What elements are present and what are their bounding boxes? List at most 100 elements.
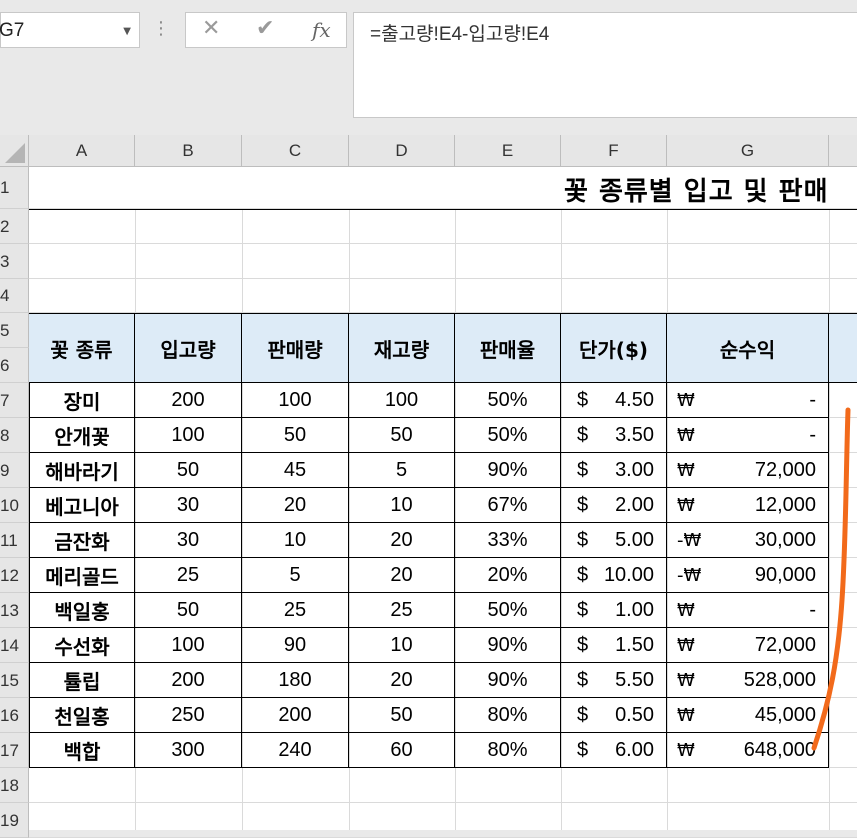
more-options-icon[interactable]: ⋮ [152, 18, 170, 44]
cell-unit-price[interactable]: $5.00 [561, 523, 667, 558]
cell-stock[interactable]: 50 [349, 418, 455, 453]
row-header-14[interactable]: 14 [0, 628, 29, 663]
cell-flower-name[interactable]: 금잔화 [29, 523, 135, 558]
cell-incoming[interactable]: 50 [135, 453, 242, 488]
row-header-4[interactable]: 4 [0, 279, 29, 313]
cell-sales-rate[interactable]: 50% [455, 418, 561, 453]
cell-sales-rate[interactable]: 80% [455, 733, 561, 768]
cell-flower-name[interactable]: 백합 [29, 733, 135, 768]
select-all-button[interactable] [0, 135, 29, 167]
cell-flower-name[interactable]: 메리골드 [29, 558, 135, 593]
row-header-6[interactable]: 6 [0, 348, 29, 383]
cell-stock[interactable]: 50 [349, 698, 455, 733]
row-header-19[interactable]: 19 [0, 803, 29, 838]
cell-incoming[interactable]: 100 [135, 628, 242, 663]
header-sales-rate[interactable]: 판매율 [455, 313, 561, 383]
cell-unit-price[interactable]: $6.00 [561, 733, 667, 768]
cell-net-profit[interactable]: ₩ - [667, 593, 829, 628]
column-header-d[interactable]: D [349, 135, 455, 167]
cell-unit-price[interactable]: $3.50 [561, 418, 667, 453]
row-header-3[interactable]: 3 [0, 244, 29, 279]
row-header-15[interactable]: 15 [0, 663, 29, 698]
cell-incoming[interactable]: 50 [135, 593, 242, 628]
cell-sales-rate[interactable]: 90% [455, 628, 561, 663]
cell-flower-name[interactable]: 튤립 [29, 663, 135, 698]
cell-unit-price[interactable]: $1.00 [561, 593, 667, 628]
cell-flower-name[interactable]: 백일홍 [29, 593, 135, 628]
cell-flower-name[interactable]: 안개꽃 [29, 418, 135, 453]
cell-incoming[interactable]: 300 [135, 733, 242, 768]
chevron-down-icon[interactable]: ▼ [123, 26, 131, 37]
cell-unit-price[interactable]: $10.00 [561, 558, 667, 593]
insert-function-button[interactable]: fx [312, 18, 331, 42]
cell-stock[interactable]: 20 [349, 523, 455, 558]
cell-unit-price[interactable]: $3.00 [561, 453, 667, 488]
cell-flower-name[interactable]: 장미 [29, 383, 135, 418]
cancel-icon[interactable]: ✕ [202, 16, 220, 41]
row-header-12[interactable]: 12 [0, 558, 29, 593]
cell-sold[interactable]: 45 [242, 453, 349, 488]
cell-net-profit[interactable]: ₩ - [667, 383, 829, 418]
cell-incoming[interactable]: 100 [135, 418, 242, 453]
column-header-b[interactable]: B [135, 135, 242, 167]
column-header-g[interactable]: G [667, 135, 829, 167]
row-header-7[interactable]: 7 [0, 383, 29, 418]
row-header-11[interactable]: 11 [0, 523, 29, 558]
row-header-18[interactable]: 18 [0, 768, 29, 803]
column-header-e[interactable]: E [455, 135, 561, 167]
row-header-1[interactable]: 1 [0, 167, 29, 209]
row-header-5[interactable]: 5 [0, 313, 29, 348]
formula-input[interactable]: =출고량!E4-입고량!E4 [353, 12, 857, 118]
cell-net-profit[interactable]: ₩45,000 [667, 698, 829, 733]
header-flower-type[interactable]: 꽃 종류 [29, 313, 135, 383]
column-header-c[interactable]: C [242, 135, 349, 167]
cell-stock[interactable]: 10 [349, 488, 455, 523]
cell-incoming[interactable]: 200 [135, 383, 242, 418]
cell-sold[interactable]: 10 [242, 523, 349, 558]
row-header-10[interactable]: 10 [0, 488, 29, 523]
cell-flower-name[interactable]: 수선화 [29, 628, 135, 663]
row-header-16[interactable]: 16 [0, 698, 29, 733]
cell-net-profit[interactable]: ₩ - [667, 418, 829, 453]
row-header-9[interactable]: 9 [0, 453, 29, 488]
cell-sold[interactable]: 240 [242, 733, 349, 768]
cell-unit-price[interactable]: $5.50 [561, 663, 667, 698]
cell-sales-rate[interactable]: 67% [455, 488, 561, 523]
cell-stock[interactable]: 20 [349, 558, 455, 593]
cell-sold[interactable]: 25 [242, 593, 349, 628]
sheet-title-cell[interactable]: 꽃 종류별 입고 및 판매 [29, 167, 857, 210]
cell-flower-name[interactable]: 천일홍 [29, 698, 135, 733]
row-header-8[interactable]: 8 [0, 418, 29, 453]
cell-sales-rate[interactable]: 80% [455, 698, 561, 733]
column-header-a[interactable]: A [29, 135, 135, 167]
row-header-13[interactable]: 13 [0, 593, 29, 628]
cell-sales-rate[interactable]: 50% [455, 383, 561, 418]
cell-net-profit[interactable]: ₩72,000 [667, 453, 829, 488]
cell-sold[interactable]: 100 [242, 383, 349, 418]
name-box[interactable]: G7 ▼ [0, 12, 140, 48]
cell-sold[interactable]: 200 [242, 698, 349, 733]
header-unit-price[interactable]: 단가($) [561, 313, 667, 383]
cell-net-profit[interactable]: ₩72,000 [667, 628, 829, 663]
cell-sales-rate[interactable]: 20% [455, 558, 561, 593]
cell-sold[interactable]: 5 [242, 558, 349, 593]
cell-net-profit[interactable]: ₩648,000 [667, 733, 829, 768]
cell-sales-rate[interactable]: 33% [455, 523, 561, 558]
cell-incoming[interactable]: 30 [135, 488, 242, 523]
cell-stock[interactable]: 100 [349, 383, 455, 418]
cell-unit-price[interactable]: $0.50 [561, 698, 667, 733]
header-incoming[interactable]: 입고량 [135, 313, 242, 383]
cell-incoming[interactable]: 30 [135, 523, 242, 558]
cell-sold[interactable]: 20 [242, 488, 349, 523]
header-sold[interactable]: 판매량 [242, 313, 349, 383]
header-stock[interactable]: 재고량 [349, 313, 455, 383]
header-net-profit[interactable]: 순수익 [667, 313, 829, 383]
cell-sold[interactable]: 50 [242, 418, 349, 453]
column-header-h[interactable] [829, 135, 857, 167]
cell-net-profit[interactable]: -₩ 90,000 [667, 558, 829, 593]
cell-sold[interactable]: 180 [242, 663, 349, 698]
cell-stock[interactable]: 10 [349, 628, 455, 663]
cell-unit-price[interactable]: $4.50 [561, 383, 667, 418]
row-header-17[interactable]: 17 [0, 733, 29, 768]
cell-net-profit[interactable]: ₩528,000 [667, 663, 829, 698]
